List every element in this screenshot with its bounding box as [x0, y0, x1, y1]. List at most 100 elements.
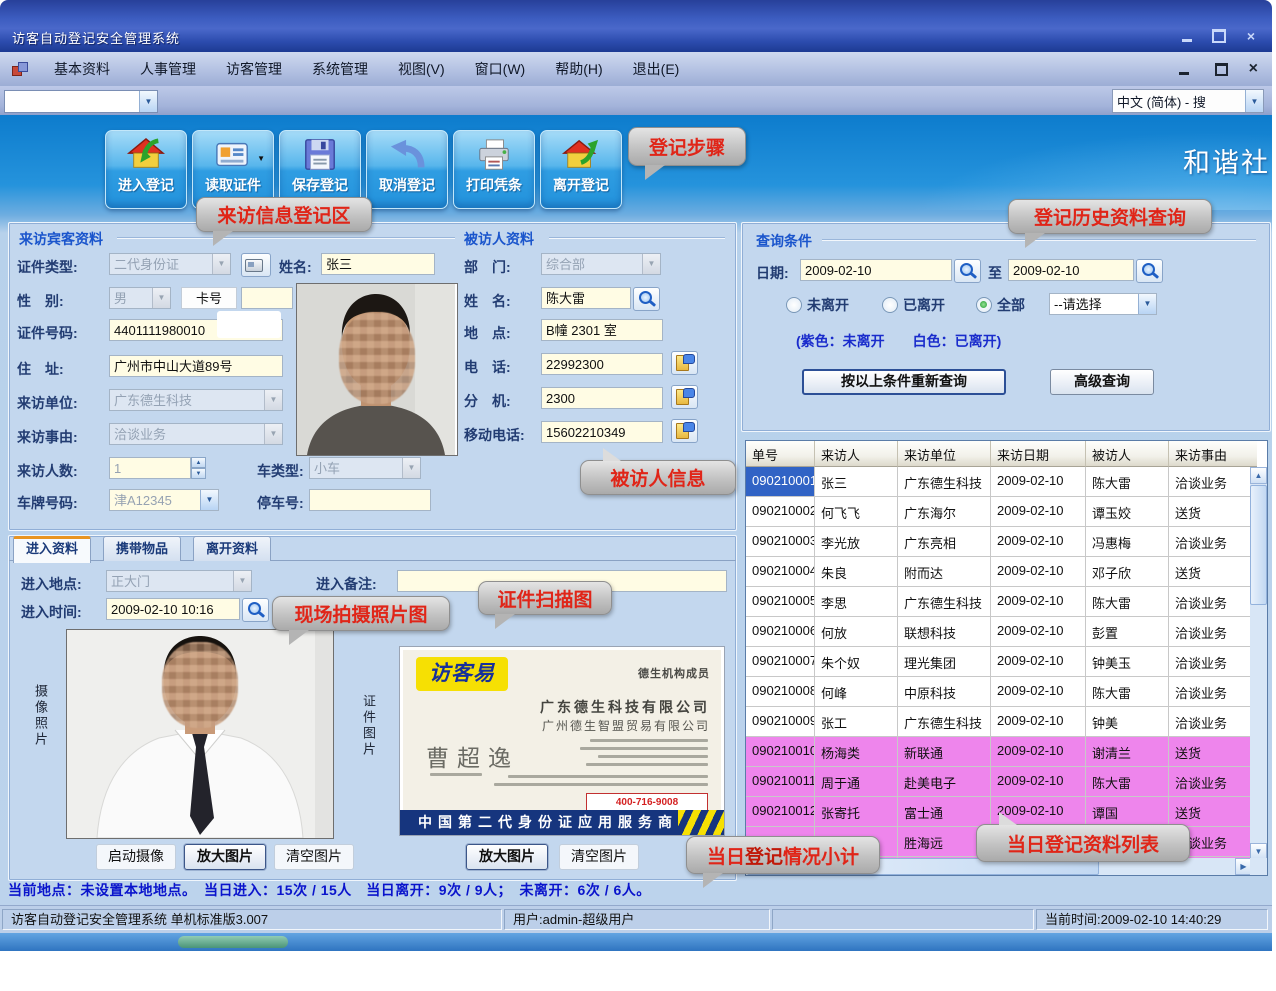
- table-cell[interactable]: 广东德生科技: [898, 707, 991, 736]
- table-cell[interactable]: 090210007: [746, 647, 815, 676]
- table-row-11[interactable]: 090210011周于通赴美电子2009-02-10陈大雷洽谈业务: [746, 767, 1252, 797]
- table-cell[interactable]: 中原科技: [898, 677, 991, 706]
- toolbar-button-4[interactable]: 取消登记: [366, 130, 448, 209]
- ext-field[interactable]: 2300: [541, 387, 663, 409]
- column-header-1[interactable]: 单号: [746, 441, 815, 467]
- filter-select[interactable]: --请选择▼: [1049, 293, 1157, 315]
- menu-item-7[interactable]: 帮助(H): [555, 59, 602, 79]
- table-cell[interactable]: 陈大雷: [1086, 677, 1169, 706]
- company-select[interactable]: 广东德生科技▼: [109, 389, 283, 411]
- table-cell[interactable]: 090210009: [746, 707, 815, 736]
- table-cell[interactable]: 富士通: [898, 797, 991, 826]
- table-cell[interactable]: 何放: [815, 617, 898, 646]
- card-no-button[interactable]: 卡号: [181, 287, 237, 309]
- table-cell[interactable]: 洽谈业务: [1169, 527, 1252, 556]
- table-cell[interactable]: 朱良: [815, 557, 898, 586]
- table-cell[interactable]: 洽谈业务: [1169, 467, 1252, 496]
- table-cell[interactable]: 冯惠梅: [1086, 527, 1169, 556]
- magnifier-icon[interactable]: [633, 287, 660, 311]
- table-cell[interactable]: 李光放: [815, 527, 898, 556]
- table-cell[interactable]: 邓子欣: [1086, 557, 1169, 586]
- table-cell[interactable]: 广东海尔: [898, 497, 991, 526]
- clear-photo-button[interactable]: 清空图片: [274, 844, 354, 870]
- table-cell[interactable]: 090210008: [746, 677, 815, 706]
- table-cell[interactable]: 陈大雷: [1086, 587, 1169, 616]
- column-header-5[interactable]: 被访人: [1086, 441, 1169, 467]
- vscroll-thumb[interactable]: [1250, 485, 1267, 605]
- card-reader-icon[interactable]: [241, 253, 271, 277]
- mdi-restore-icon[interactable]: [1211, 61, 1233, 77]
- gender-select[interactable]: 男▼: [109, 287, 171, 309]
- entry-place-select[interactable]: 正大门▼: [106, 570, 252, 592]
- table-cell[interactable]: 090210006: [746, 617, 815, 646]
- table-cell[interactable]: 2009-02-10: [991, 647, 1086, 676]
- table-cell[interactable]: 090210001: [746, 467, 815, 496]
- table-cell[interactable]: 张工: [815, 707, 898, 736]
- chevron-down-icon[interactable]: ▼: [1245, 90, 1263, 112]
- table-cell[interactable]: 090210005: [746, 587, 815, 616]
- table-cell[interactable]: 洽谈业务: [1169, 677, 1252, 706]
- start-camera-button[interactable]: 启动摄像: [96, 844, 176, 870]
- table-cell[interactable]: 洽谈业务: [1169, 587, 1252, 616]
- table-cell[interactable]: 陈大雷: [1086, 767, 1169, 796]
- toolbar-button-6[interactable]: 离开登记: [540, 130, 622, 209]
- count-field[interactable]: 1: [109, 457, 191, 479]
- quick-combo[interactable]: ▼: [4, 90, 158, 113]
- table-cell[interactable]: 何飞飞: [815, 497, 898, 526]
- table-cell[interactable]: 联想科技: [898, 617, 991, 646]
- table-cell[interactable]: 张三: [815, 467, 898, 496]
- clear-card-button[interactable]: 清空图片: [559, 844, 639, 870]
- table-cell[interactable]: 彭置: [1086, 617, 1169, 646]
- date-from-field[interactable]: 2009-02-10: [800, 259, 952, 281]
- table-cell[interactable]: 何峰: [815, 677, 898, 706]
- table-cell[interactable]: 2009-02-10: [991, 617, 1086, 646]
- table-cell[interactable]: 谢清兰: [1086, 737, 1169, 766]
- table-row-7[interactable]: 090210007朱个奴理光集团2009-02-10钟美玉洽谈业务: [746, 647, 1252, 677]
- dropdown-arrow-icon[interactable]: ▼: [257, 154, 265, 163]
- table-row-8[interactable]: 090210008何峰中原科技2009-02-10陈大雷洽谈业务: [746, 677, 1252, 707]
- table-cell[interactable]: 朱个奴: [815, 647, 898, 676]
- language-selector[interactable]: 中文 (简体) - 搜 ▼: [1112, 89, 1264, 113]
- table-cell[interactable]: 陈大雷: [1086, 467, 1169, 496]
- column-header-2[interactable]: 来访人: [815, 441, 898, 467]
- table-cell[interactable]: 送货: [1169, 557, 1252, 586]
- table-row-1[interactable]: 090210001张三广东德生科技2009-02-10陈大雷洽谈业务: [746, 467, 1252, 497]
- table-cell[interactable]: 理光集团: [898, 647, 991, 676]
- radio-not-left[interactable]: 未离开: [786, 297, 849, 313]
- dept-select[interactable]: 综合部▼: [541, 253, 661, 275]
- menu-item-1[interactable]: 基本资料: [54, 59, 110, 79]
- table-cell[interactable]: 2009-02-10: [991, 587, 1086, 616]
- tab-entry-info[interactable]: 进入资料: [13, 536, 91, 563]
- requery-button[interactable]: 按以上条件重新查询: [802, 369, 1006, 395]
- menu-item-3[interactable]: 访客管理: [226, 59, 282, 79]
- table-cell[interactable]: 谭国: [1086, 797, 1169, 826]
- toolbar-button-5[interactable]: 打印凭条: [453, 130, 535, 209]
- tab-leave-info[interactable]: 离开资料: [193, 536, 271, 561]
- table-cell[interactable]: 广东亮相: [898, 527, 991, 556]
- table-cell[interactable]: 2009-02-10: [991, 527, 1086, 556]
- calendar-picker-icon[interactable]: [1136, 259, 1163, 283]
- table-cell[interactable]: 送货: [1169, 497, 1252, 526]
- table-row-5[interactable]: 090210005李思广东德生科技2009-02-10陈大雷洽谈业务: [746, 587, 1252, 617]
- phone-message-icon[interactable]: [671, 419, 698, 443]
- reason-select[interactable]: 洽谈业务▼: [109, 423, 283, 445]
- table-row-2[interactable]: 090210002何飞飞广东海尔2009-02-10谭玉姣送货: [746, 497, 1252, 527]
- card-no-field[interactable]: [241, 287, 293, 309]
- table-cell[interactable]: 周于通: [815, 767, 898, 796]
- table-cell[interactable]: 2009-02-10: [991, 707, 1086, 736]
- table-row-9[interactable]: 090210009张工广东德生科技2009-02-10钟美洽谈业务: [746, 707, 1252, 737]
- address-field[interactable]: 广州市中山大道89号: [109, 355, 283, 377]
- table-row-4[interactable]: 090210004朱良附而达2009-02-10邓子欣送货: [746, 557, 1252, 587]
- mobile-field[interactable]: 15602210349: [541, 421, 663, 443]
- table-row-6[interactable]: 090210006何放联想科技2009-02-10彭置洽谈业务: [746, 617, 1252, 647]
- menu-item-2[interactable]: 人事管理: [140, 59, 196, 79]
- table-cell[interactable]: 2009-02-10: [991, 467, 1086, 496]
- close-icon[interactable]: ×: [1240, 28, 1262, 44]
- table-cell[interactable]: 李思: [815, 587, 898, 616]
- phone-message-icon[interactable]: [671, 385, 698, 409]
- table-cell[interactable]: 090210003: [746, 527, 815, 556]
- table-cell[interactable]: 2009-02-10: [991, 767, 1086, 796]
- table-cell[interactable]: 送货: [1169, 737, 1252, 766]
- minimize-icon[interactable]: [1176, 28, 1198, 44]
- scroll-up-icon[interactable]: ▲: [1250, 467, 1267, 484]
